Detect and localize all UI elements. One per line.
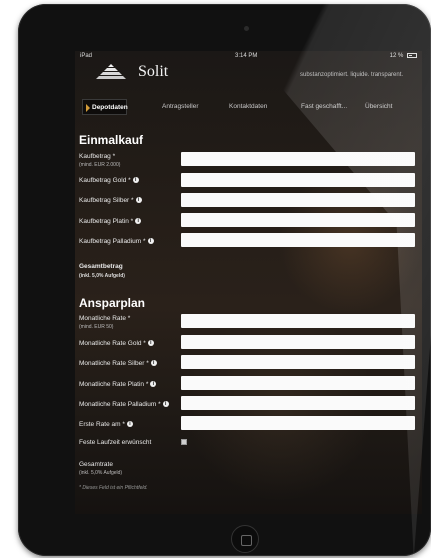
kaufbetrag-gold-label: Kaufbetrag Gold * i: [79, 177, 139, 184]
laufzeit-label: Feste Laufzeit erwünscht: [79, 439, 152, 446]
kaufbetrag-palladium-label: Kaufbetrag Palladium * i: [79, 238, 154, 245]
ipad-frame: iPad 3:14 PM 12 % Solit substanzoptimier…: [18, 4, 431, 556]
monatliche-rate-input[interactable]: [181, 314, 415, 328]
info-icon[interactable]: i: [132, 177, 139, 184]
step-tabs: Depotdaten Antragsteller Kontaktdaten Fa…: [82, 99, 422, 115]
camera: [244, 26, 249, 31]
rate-silber-label: Monatliche Rate Silber * i: [79, 360, 157, 367]
pyramid-logo-icon: [96, 64, 126, 79]
tab-fast-geschafft[interactable]: Fast geschafft...: [301, 99, 347, 115]
kaufbetrag-hint: (mind. EUR 2.000): [79, 162, 121, 168]
kaufbetrag-palladium-text: Kaufbetrag Palladium *: [79, 238, 146, 245]
erste-rate-label: Erste Rate am * i: [79, 421, 133, 428]
kaufbetrag-platin-input[interactable]: [181, 213, 415, 227]
battery-indicator: 12 %: [390, 53, 417, 59]
kaufbetrag-input[interactable]: [181, 152, 415, 166]
kaufbetrag-palladium-input[interactable]: [181, 233, 415, 247]
rate-platin-input[interactable]: [181, 376, 415, 390]
rate-palladium-text: Monatliche Rate Palladium *: [79, 401, 161, 408]
section-heading-ansparplan: Ansparplan: [79, 296, 146, 310]
kaufbetrag-platin-label: Kaufbetrag Platin * i: [79, 218, 142, 225]
pflichtfeld-note: * Dieses Feld ist ein Pflichtfeld.: [79, 485, 148, 491]
info-icon[interactable]: i: [162, 401, 169, 408]
kaufbetrag-platin-text: Kaufbetrag Platin *: [79, 218, 134, 225]
info-icon[interactable]: i: [150, 381, 157, 388]
kaufbetrag-gold-text: Kaufbetrag Gold *: [79, 177, 131, 184]
status-bar: iPad 3:14 PM 12 %: [75, 51, 422, 62]
tagline: substanzoptimiert. liquide. transparent.: [300, 72, 404, 78]
rate-silber-input[interactable]: [181, 355, 415, 369]
info-icon[interactable]: i: [135, 197, 142, 204]
home-button[interactable]: [231, 525, 259, 553]
section-heading-einmalkauf: Einmalkauf: [79, 133, 144, 147]
erste-rate-input[interactable]: [181, 416, 415, 430]
brand-name: Solit: [138, 63, 169, 80]
rate-platin-label: Monatliche Rate Platin * i: [79, 381, 157, 388]
info-icon[interactable]: i: [150, 360, 157, 367]
info-icon[interactable]: i: [147, 340, 154, 347]
info-icon[interactable]: i: [126, 421, 133, 428]
rate-gold-input[interactable]: [181, 335, 415, 349]
rate-palladium-label: Monatliche Rate Palladium * i: [79, 401, 169, 408]
clock: 3:14 PM: [235, 53, 258, 59]
device-label: iPad: [80, 53, 93, 59]
info-icon[interactable]: i: [135, 218, 142, 225]
kaufbetrag-gold-input[interactable]: [181, 173, 415, 187]
battery-icon: [407, 53, 417, 58]
monatliche-rate-label: Monatliche Rate *: [79, 315, 131, 322]
gesamtrate-hint: (inkl. 5,0% Aufgeld): [79, 470, 123, 476]
battery-percent: 12 %: [389, 53, 404, 60]
gesamtrate-label: Gesamtrate: [79, 461, 113, 468]
erste-rate-text: Erste Rate am *: [79, 421, 125, 428]
laufzeit-checkbox[interactable]: [181, 439, 187, 445]
gesamtbetrag-hint: (inkl. 5,0% Aufgeld): [79, 273, 125, 279]
app-screen: iPad 3:14 PM 12 % Solit substanzoptimier…: [75, 51, 422, 514]
rate-gold-label: Monatliche Rate Gold * i: [79, 340, 154, 347]
kaufbetrag-silber-text: Kaufbetrag Silber *: [79, 197, 134, 204]
kaufbetrag-silber-input[interactable]: [181, 193, 415, 207]
monatliche-rate-hint: (mind. EUR 50): [79, 324, 114, 330]
gesamtbetrag-label: Gesamtbetrag: [79, 263, 123, 270]
tab-depotdaten[interactable]: Depotdaten: [82, 99, 128, 115]
tab-kontaktdaten[interactable]: Kontaktdaten: [229, 99, 267, 115]
rate-platin-text: Monatliche Rate Platin *: [79, 381, 149, 388]
kaufbetrag-silber-label: Kaufbetrag Silber * i: [79, 197, 142, 204]
tab-antragsteller[interactable]: Antragsteller: [162, 99, 199, 115]
rate-silber-text: Monatliche Rate Silber *: [79, 360, 149, 367]
rate-palladium-input[interactable]: [181, 396, 415, 410]
info-icon[interactable]: i: [147, 238, 154, 245]
tab-uebersicht[interactable]: Übersicht: [365, 99, 392, 115]
kaufbetrag-label: Kaufbetrag *: [79, 153, 116, 160]
rate-gold-text: Monatliche Rate Gold *: [79, 340, 146, 347]
